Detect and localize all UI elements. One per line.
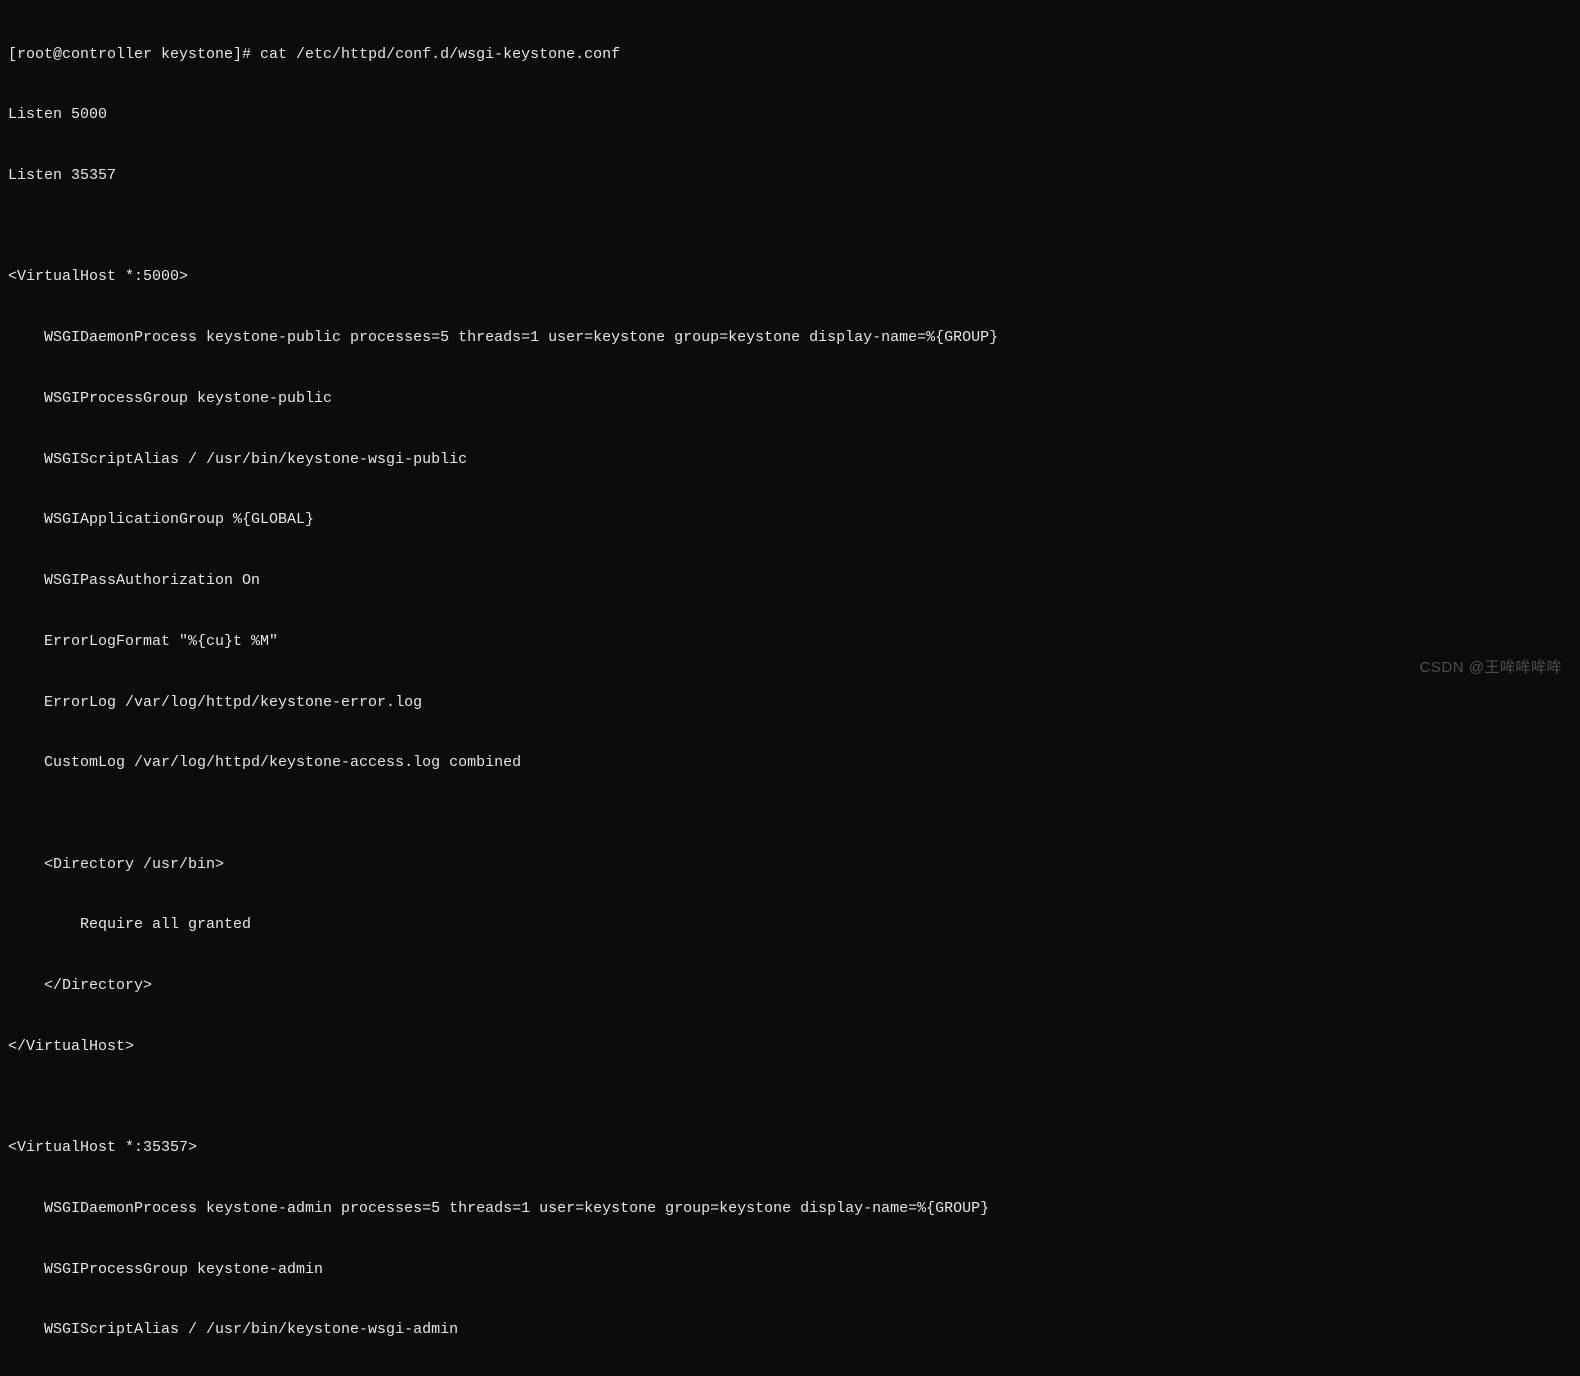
output-line: WSGIScriptAlias / /usr/bin/keystone-wsgi… (8, 1320, 1572, 1340)
output-line: <Directory /usr/bin> (8, 855, 1572, 875)
terminal-output[interactable]: [root@controller keystone]# cat /etc/htt… (8, 4, 1572, 1376)
output-line: <VirtualHost *:35357> (8, 1138, 1572, 1158)
output-line: </Directory> (8, 976, 1572, 996)
output-line: <VirtualHost *:5000> (8, 267, 1572, 287)
output-line: WSGIDaemonProcess keystone-public proces… (8, 328, 1572, 348)
output-line: Require all granted (8, 915, 1572, 935)
command-line: [root@controller keystone]# cat /etc/htt… (8, 45, 1572, 65)
output-line: ErrorLogFormat "%{cu}t %M" (8, 632, 1572, 652)
output-line: WSGIScriptAlias / /usr/bin/keystone-wsgi… (8, 450, 1572, 470)
output-line: CustomLog /var/log/httpd/keystone-access… (8, 753, 1572, 773)
output-line: ErrorLog /var/log/httpd/keystone-error.l… (8, 693, 1572, 713)
output-line: WSGIApplicationGroup %{GLOBAL} (8, 510, 1572, 530)
output-line: </VirtualHost> (8, 1037, 1572, 1057)
output-line: WSGIPassAuthorization On (8, 571, 1572, 591)
output-line: WSGIProcessGroup keystone-admin (8, 1260, 1572, 1280)
watermark-text: CSDN @王哞哞哞哞 (1420, 658, 1562, 678)
output-line: WSGIDaemonProcess keystone-admin process… (8, 1199, 1572, 1219)
shell-prompt: [root@controller keystone]# (8, 46, 260, 63)
shell-command: cat /etc/httpd/conf.d/wsgi-keystone.conf (260, 46, 620, 63)
output-line: Listen 35357 (8, 166, 1572, 186)
output-line: WSGIProcessGroup keystone-public (8, 389, 1572, 409)
output-line: Listen 5000 (8, 105, 1572, 125)
